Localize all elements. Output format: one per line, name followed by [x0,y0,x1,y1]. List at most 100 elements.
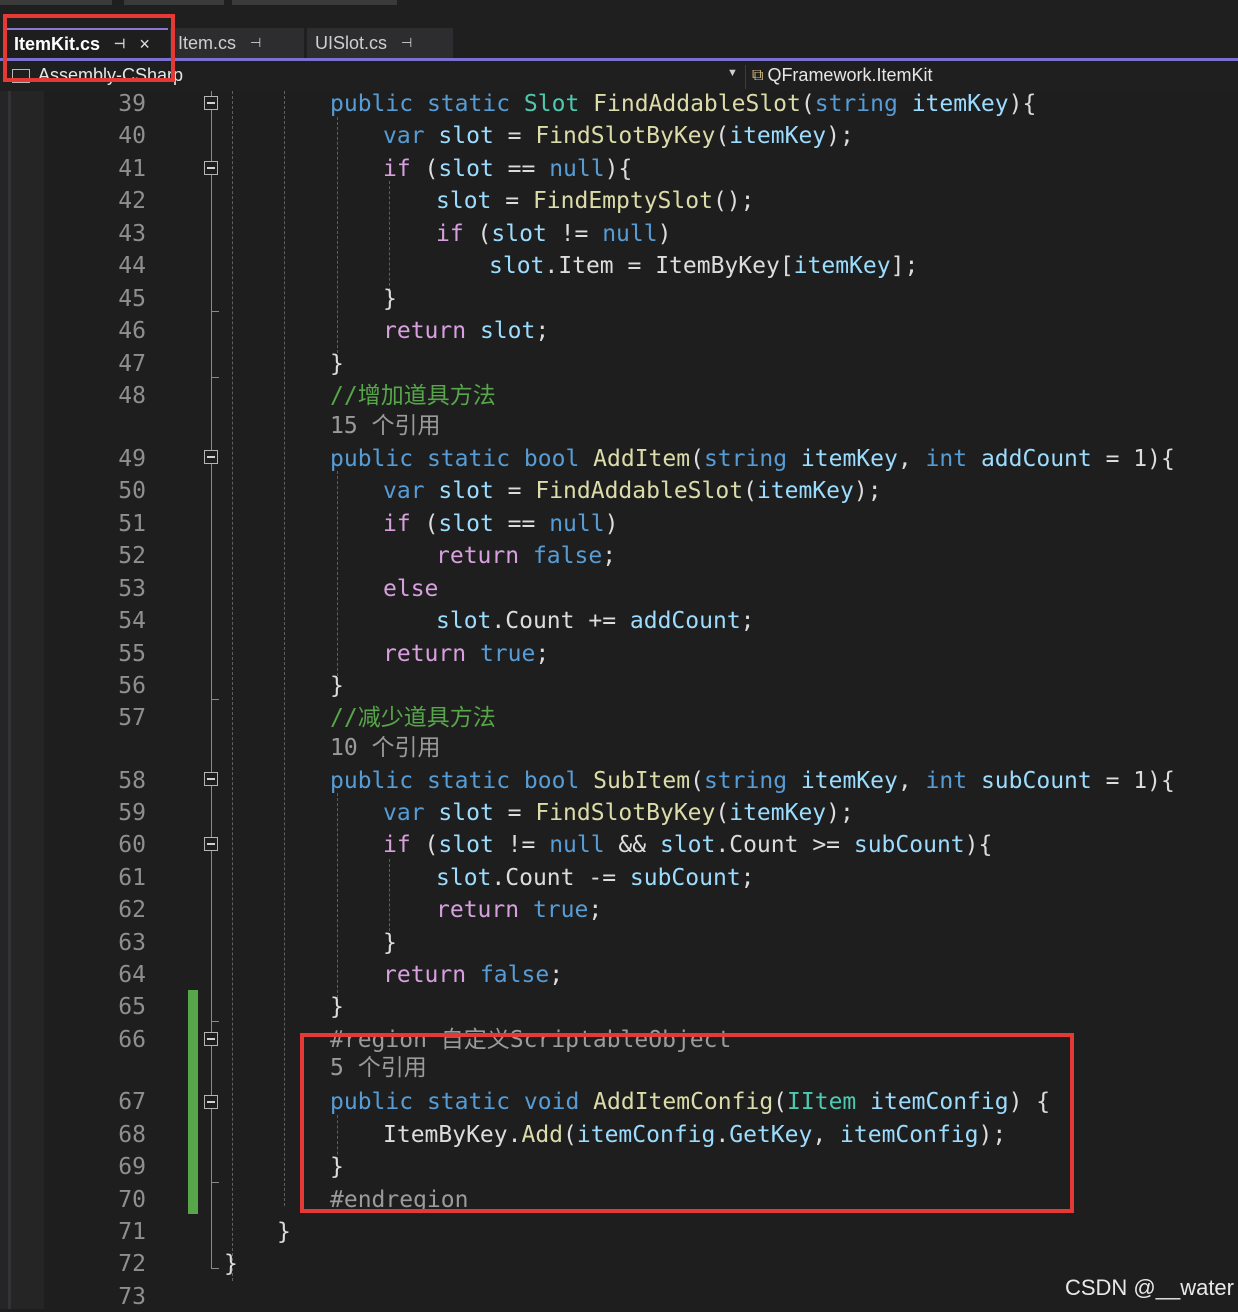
code-text: if (slot != null && slot.Count >= subCou… [383,832,993,858]
line-number: 39 [118,91,146,117]
tab-label: Item.cs [178,32,237,53]
code-text: slot.Item = ItemByKey[itemKey]; [489,253,919,279]
code-text: public static bool AddItem(string itemKe… [330,446,1175,472]
line-number: 70 [118,1187,146,1213]
code-text: var slot = FindSlotByKey(itemKey); [383,800,854,826]
code-text: var slot = FindSlotByKey(itemKey); [383,123,854,149]
line-number: 58 [118,768,146,794]
outline-end-tick [211,1182,219,1183]
line-number: 62 [118,897,146,923]
line-number: 63 [118,930,146,956]
code-text: return slot; [383,318,550,344]
line-number: 53 [118,576,146,602]
code-line: 48 //增加道具方法 [44,381,1238,411]
scroll-indicator-strip [8,91,11,1309]
codelens-references[interactable]: 10 个引用 [330,733,441,763]
code-line: 54 slot.Count += addCount; [44,606,1238,636]
code-text: return false; [436,543,617,569]
toolbar-stub [124,0,224,5]
line-number: 73 [118,1284,146,1310]
code-text: } [330,673,344,699]
line-number: 41 [118,156,146,182]
code-line: 72 } [44,1249,1238,1279]
watermark: CSDN @__water [1064,1275,1234,1300]
codelens-row: 10 个引用 [44,733,1238,763]
code-text: slot.Count += addCount; [436,608,755,634]
code-line: 49 public static bool AddItem(string ite… [44,444,1238,474]
line-number: 49 [118,446,146,472]
code-line: 40 var slot = FindSlotByKey(itemKey); [44,121,1238,151]
code-line: 63 } [44,928,1238,958]
code-line: 55 return true; [44,639,1238,669]
codelens-references[interactable]: 15 个引用 [330,411,441,441]
line-number: 50 [118,478,146,504]
tab-label: UISlot.cs [315,32,388,53]
window-top-strip [0,0,1238,28]
code-line: 52 return false; [44,541,1238,571]
code-line: 51 if (slot == null) [44,509,1238,539]
chevron-down-icon[interactable]: ▼ [727,67,738,79]
class-icon: ⧉ [752,66,764,84]
line-number: 43 [118,221,146,247]
code-line: 56 } [44,671,1238,701]
code-text: public static Slot FindAddableSlot(strin… [330,91,1037,117]
code-line: 59 var slot = FindSlotByKey(itemKey); [44,798,1238,828]
line-number: 69 [118,1154,146,1180]
code-text: var slot = FindAddableSlot(itemKey); [383,478,882,504]
tab-item[interactable]: Item.cs ⊣ [170,28,304,58]
code-text: } [330,351,344,377]
code-line: 62 return true; [44,895,1238,925]
line-number: 72 [118,1251,146,1277]
annotation-highlight-tab [3,14,175,82]
editor-margin [0,91,44,1309]
line-number: 66 [118,1027,146,1053]
code-line: 47 } [44,349,1238,379]
code-line: 61 slot.Count -= subCount; [44,863,1238,893]
code-text: if (slot == null) [383,511,619,537]
document-tab-bar: ItemKit.cs ⊣ × Item.cs ⊣ UISlot.cs ⊣ [0,28,1238,58]
line-number: 64 [118,962,146,988]
tab-uislot[interactable]: UISlot.cs ⊣ [307,28,453,58]
comment: //增加道具方法 [330,383,496,409]
line-number: 54 [118,608,146,634]
code-text: } [224,1251,238,1277]
line-number: 45 [118,286,146,312]
line-number: 40 [118,123,146,149]
code-text: return true; [383,641,550,667]
toolbar-stub [232,0,397,5]
code-line: 57 //减少道具方法 [44,703,1238,733]
code-text: slot = FindEmptySlot(); [436,188,755,214]
line-number: 61 [118,865,146,891]
code-line: 46 return slot; [44,316,1238,346]
pin-icon[interactable]: ⊣ [250,35,261,51]
line-number: 47 [118,351,146,377]
line-number: 60 [118,832,146,858]
code-line: 41 if (slot == null){ [44,154,1238,184]
comment: //减少道具方法 [330,705,496,731]
annotation-highlight-code [300,1033,1074,1213]
code-line: 45 } [44,284,1238,314]
code-text: public static bool SubItem(string itemKe… [330,768,1175,794]
code-text: return true; [436,897,603,923]
line-number: 67 [118,1089,146,1115]
code-text: slot.Count -= subCount; [436,865,755,891]
member-dropdown[interactable]: ⧉ QFramework.ItemKit [752,65,932,86]
line-number: 68 [118,1122,146,1148]
code-text: } [383,286,397,312]
code-line: 39 public static Slot FindAddableSlot(st… [44,89,1238,119]
code-line: 58 public static bool SubItem(string ite… [44,766,1238,796]
code-line: 73 [44,1282,1238,1312]
code-text: } [330,994,344,1020]
member-label: QFramework.ItemKit [767,65,933,85]
nav-divider [745,65,746,89]
toolbar-stub [0,0,112,5]
line-number: 48 [118,383,146,409]
line-number: 55 [118,641,146,667]
code-line: 65 } [44,992,1238,1022]
codelens-row: 15 个引用 [44,411,1238,441]
line-number: 52 [118,543,146,569]
code-text: if (slot == null){ [383,156,633,182]
code-text: } [383,930,397,956]
pin-icon[interactable]: ⊣ [401,35,412,51]
code-text: if (slot != null) [436,221,672,247]
